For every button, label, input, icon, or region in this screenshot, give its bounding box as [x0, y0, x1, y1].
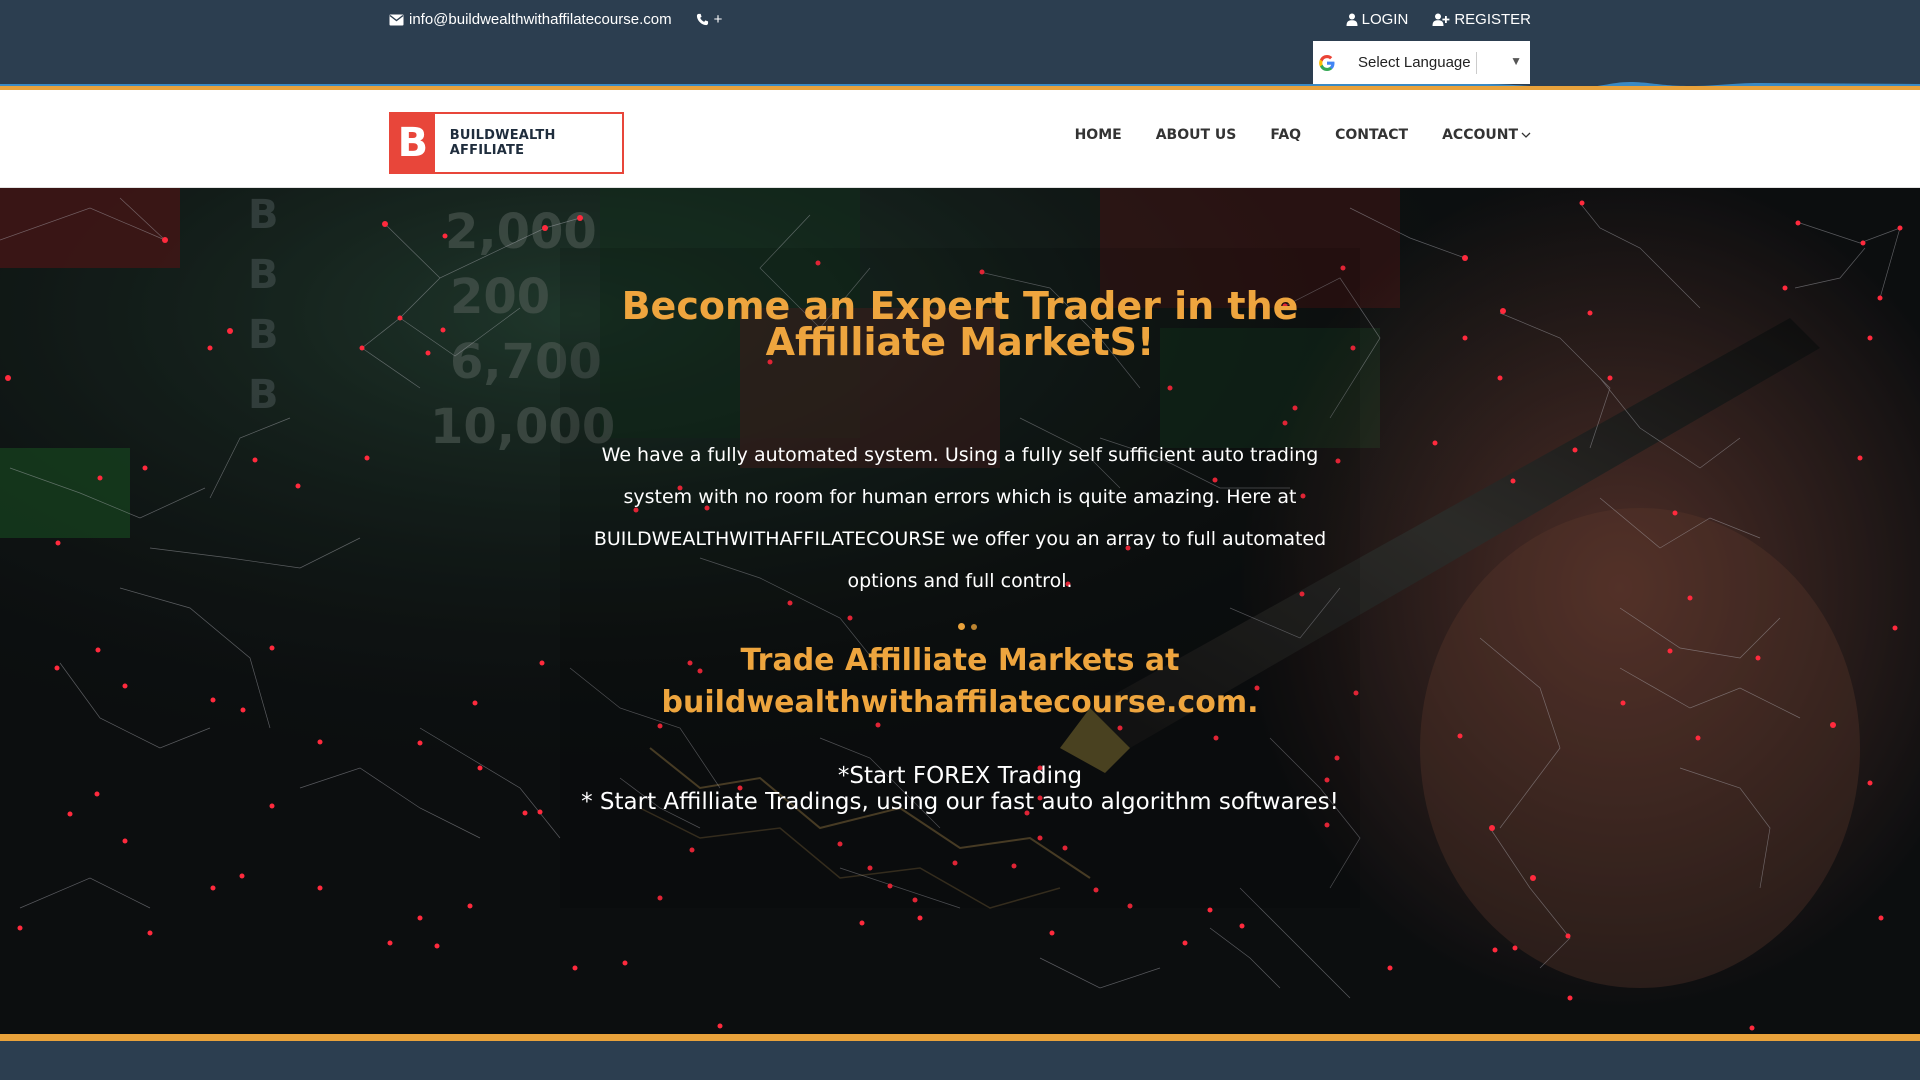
hero-title: Become an Expert Trader in the Affilliat… [621, 284, 1299, 364]
hero-subtitle-line1: Trade Affilliate Markets at [740, 643, 1180, 678]
phone-text: + [713, 11, 723, 28]
chevron-down-icon [1521, 132, 1531, 138]
main-navbar: B BUILDWEALTH AFFILIATE HOME ABOUT US FA… [0, 90, 1920, 188]
register-label: REGISTER [1454, 11, 1531, 28]
nav-faq[interactable]: FAQ [1270, 127, 1301, 143]
login-label: LOGIN [1361, 11, 1409, 28]
nav-home[interactable]: HOME [1075, 127, 1122, 143]
hero-content: Become an Expert Trader in the Affilliat… [0, 188, 1920, 1034]
site-logo[interactable]: B BUILDWEALTH AFFILIATE [389, 112, 624, 174]
top-bar: info@buildwealthwithaffilatecourse.com +… [0, 0, 1920, 90]
auth-links: LOGIN REGISTER [1322, 11, 1531, 28]
hero-description: We have a fully automated system. Using … [593, 444, 1327, 592]
logo-mark: B [391, 114, 435, 172]
email-text: info@buildwealthwithaffilatecourse.com [409, 11, 672, 28]
envelope-icon [389, 14, 404, 25]
feature-forex: *Start FOREX Trading [837, 763, 1083, 789]
divider-dots [955, 623, 980, 630]
footer-strip [0, 1041, 1920, 1080]
google-icon [1317, 54, 1337, 72]
user-icon [1346, 13, 1358, 26]
nav-account[interactable]: ACCOUNT [1442, 127, 1531, 143]
nav-about-us[interactable]: ABOUT US [1156, 127, 1237, 143]
feature-affiliate: * Start Affilliate Tradings, using our f… [581, 789, 1339, 815]
nav-account-label: ACCOUNT [1442, 127, 1518, 143]
top-bar-inner: info@buildwealthwithaffilatecourse.com +… [389, 0, 1531, 40]
language-select-label: Select Language [1358, 54, 1471, 71]
select-divider [1475, 51, 1477, 74]
logo-text: BUILDWEALTH AFFILIATE [449, 128, 556, 158]
contact-info: info@buildwealthwithaffilatecourse.com + [389, 11, 746, 28]
hero-feature-list: *Start FOREX Trading * Start Affilliate … [560, 763, 1360, 815]
dropdown-arrow-icon: ▼ [1510, 54, 1522, 68]
hero-subtitle-line2: buildwealthwithaffilatecourse.com. [661, 685, 1259, 720]
hero-section: 2,000 200 6,700 10,000 B B B B Become an… [0, 188, 1920, 1034]
login-link[interactable]: LOGIN [1346, 11, 1409, 28]
nav-contact[interactable]: CONTACT [1335, 127, 1408, 143]
register-link[interactable]: REGISTER [1432, 11, 1531, 28]
main-menu: HOME ABOUT US FAQ CONTACT ACCOUNT [1041, 127, 1531, 143]
phone-link[interactable]: + [696, 11, 723, 28]
phone-icon [696, 13, 708, 26]
user-plus-icon [1432, 13, 1450, 26]
language-select[interactable]: Select Language ▼ [1313, 41, 1530, 84]
hero-bottom-accent [0, 1034, 1920, 1041]
hero-subtitle: Trade Affilliate Markets at buildwealthw… [560, 640, 1360, 724]
email-link[interactable]: info@buildwealthwithaffilatecourse.com [389, 11, 672, 28]
